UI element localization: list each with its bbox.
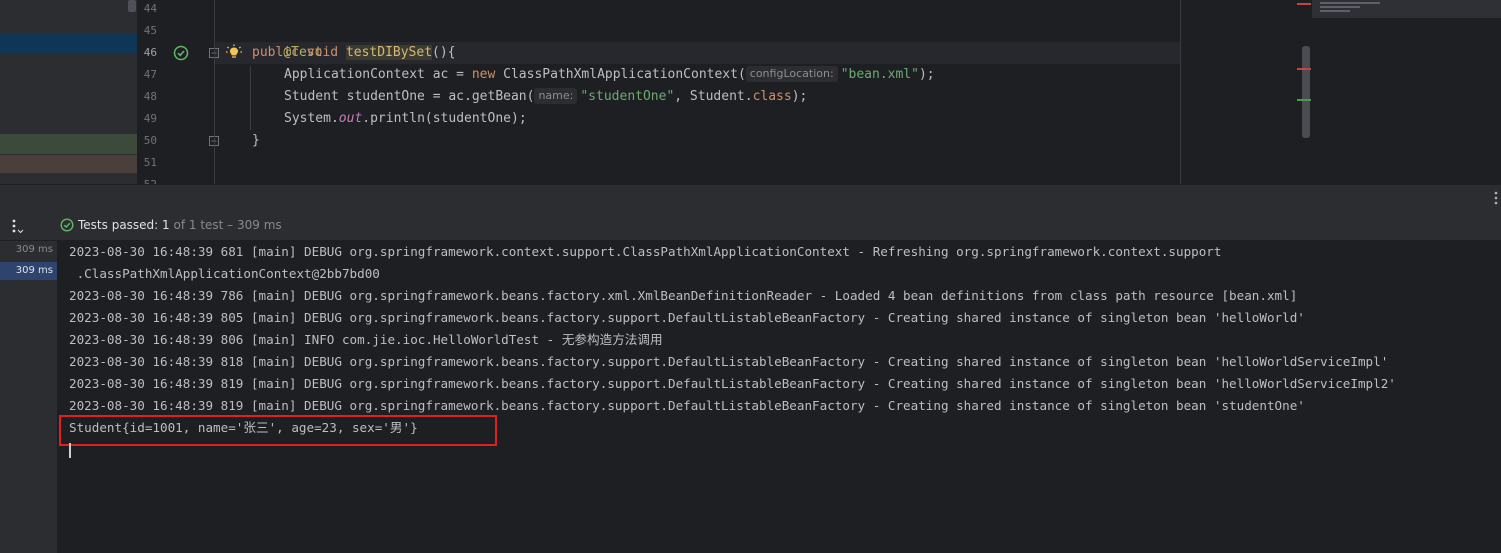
console-line: 2023-08-30 16:48:39 805 [main] DEBUG org… bbox=[69, 310, 1305, 325]
code-token: } bbox=[252, 133, 260, 148]
code-token: .println(studentOne); bbox=[362, 111, 527, 126]
passed-count: 1 bbox=[162, 218, 170, 232]
indent-guide bbox=[250, 66, 251, 130]
code-token: Student studentOne = ac.getBean( bbox=[284, 89, 535, 104]
console-line: 2023-08-30 16:48:39 786 [main] DEBUG org… bbox=[69, 288, 1298, 303]
keyword-token: public bbox=[252, 45, 299, 60]
status-label: Tests passed: bbox=[78, 218, 163, 232]
line-number: 49 bbox=[143, 112, 157, 125]
method-name-token: testDIBySet bbox=[345, 45, 433, 60]
code-editor[interactable]: 44 45 46 47 48 49 50 51 52 @Test public … bbox=[0, 0, 1501, 184]
run-test-check-icon[interactable] bbox=[173, 45, 189, 61]
field-token: out bbox=[338, 111, 363, 126]
test-tree-row-selected[interactable]: 309 ms bbox=[0, 262, 57, 280]
project-panel-edge bbox=[0, 0, 137, 184]
console-line: 2023-08-30 16:48:39 819 [main] DEBUG org… bbox=[69, 398, 1305, 413]
console-line: .ClassPathXmlApplicationContext@2bb7bd00 bbox=[69, 266, 380, 281]
error-stripe-marker[interactable] bbox=[1297, 3, 1311, 5]
line-number-current: 46 bbox=[143, 46, 157, 59]
console-line: 2023-08-30 16:48:39 818 [main] DEBUG org… bbox=[69, 354, 1389, 369]
project-panel-scrollbar[interactable] bbox=[128, 0, 136, 12]
code-token: ClassPathXmlApplicationContext( bbox=[495, 67, 746, 82]
string-token: "bean.xml" bbox=[840, 67, 919, 82]
console-line: 2023-08-30 16:48:39 806 [main] INFO com.… bbox=[69, 332, 663, 347]
line-number: 45 bbox=[143, 24, 157, 37]
code-token: , Student. bbox=[674, 89, 753, 104]
gutter-separator bbox=[214, 0, 215, 184]
test-results-tree[interactable]: 309 ms 309 ms bbox=[0, 241, 58, 553]
red-highlight-box bbox=[59, 415, 497, 446]
tree-row-highlight bbox=[0, 155, 137, 173]
minimap-line bbox=[1320, 6, 1360, 8]
change-stripe-marker[interactable] bbox=[1297, 99, 1311, 101]
selected-tree-row bbox=[0, 34, 137, 53]
status-rest: of 1 test – 309 ms bbox=[169, 218, 282, 232]
line-number: 48 bbox=[143, 90, 157, 103]
console-line: 2023-08-30 16:48:39 681 [main] DEBUG org… bbox=[69, 244, 1222, 259]
editor-scrollbar[interactable] bbox=[1302, 46, 1310, 138]
keyword-token: new bbox=[471, 67, 496, 82]
right-margin-guide bbox=[1180, 0, 1181, 184]
code-token: (){ bbox=[432, 45, 456, 60]
code-line-47[interactable]: ApplicationContext ac = new ClassPathXml… bbox=[284, 64, 935, 86]
tests-passed-check-icon bbox=[60, 218, 74, 232]
keyword-token: class bbox=[752, 89, 792, 104]
code-line-50[interactable]: } bbox=[252, 130, 260, 152]
string-token: "studentOne" bbox=[580, 89, 675, 104]
vertical-dots-icon[interactable] bbox=[1493, 190, 1499, 206]
minimap-line bbox=[1320, 10, 1350, 12]
console-line: 2023-08-30 16:48:39 819 [main] DEBUG org… bbox=[69, 376, 1396, 391]
line-number: 47 bbox=[143, 68, 157, 81]
code-line-48[interactable]: Student studentOne = ac.getBean(name: "st… bbox=[284, 86, 807, 108]
code-token: System. bbox=[284, 111, 339, 126]
parameter-hint: name: bbox=[534, 88, 578, 104]
code-line-46[interactable]: public void testDIBySet(){ bbox=[252, 42, 456, 64]
test-tree-row[interactable]: 309 ms bbox=[0, 241, 57, 259]
minimap[interactable] bbox=[1312, 0, 1501, 18]
keyword-token: void bbox=[306, 45, 339, 60]
line-number: 52 bbox=[137, 174, 157, 184]
code-token: ); bbox=[791, 89, 808, 104]
line-number: 51 bbox=[143, 156, 157, 169]
minimap-line bbox=[1320, 2, 1380, 4]
parameter-hint: configLocation: bbox=[745, 66, 838, 82]
text-cursor bbox=[69, 443, 71, 458]
error-stripe-marker[interactable] bbox=[1297, 68, 1311, 70]
code-token: ApplicationContext ac = bbox=[284, 67, 472, 82]
line-number: 50 bbox=[143, 134, 157, 147]
tree-row-highlight bbox=[0, 134, 137, 154]
code-token: ); bbox=[918, 67, 935, 82]
intention-bulb-icon[interactable] bbox=[225, 43, 243, 61]
more-options-icon[interactable] bbox=[10, 218, 24, 234]
test-status-text: Tests passed: 1 of 1 test – 309 ms bbox=[78, 217, 282, 233]
code-line-49[interactable]: System.out.println(studentOne); bbox=[284, 108, 527, 130]
line-number: 44 bbox=[143, 2, 157, 15]
panel-splitter[interactable] bbox=[0, 184, 1501, 213]
